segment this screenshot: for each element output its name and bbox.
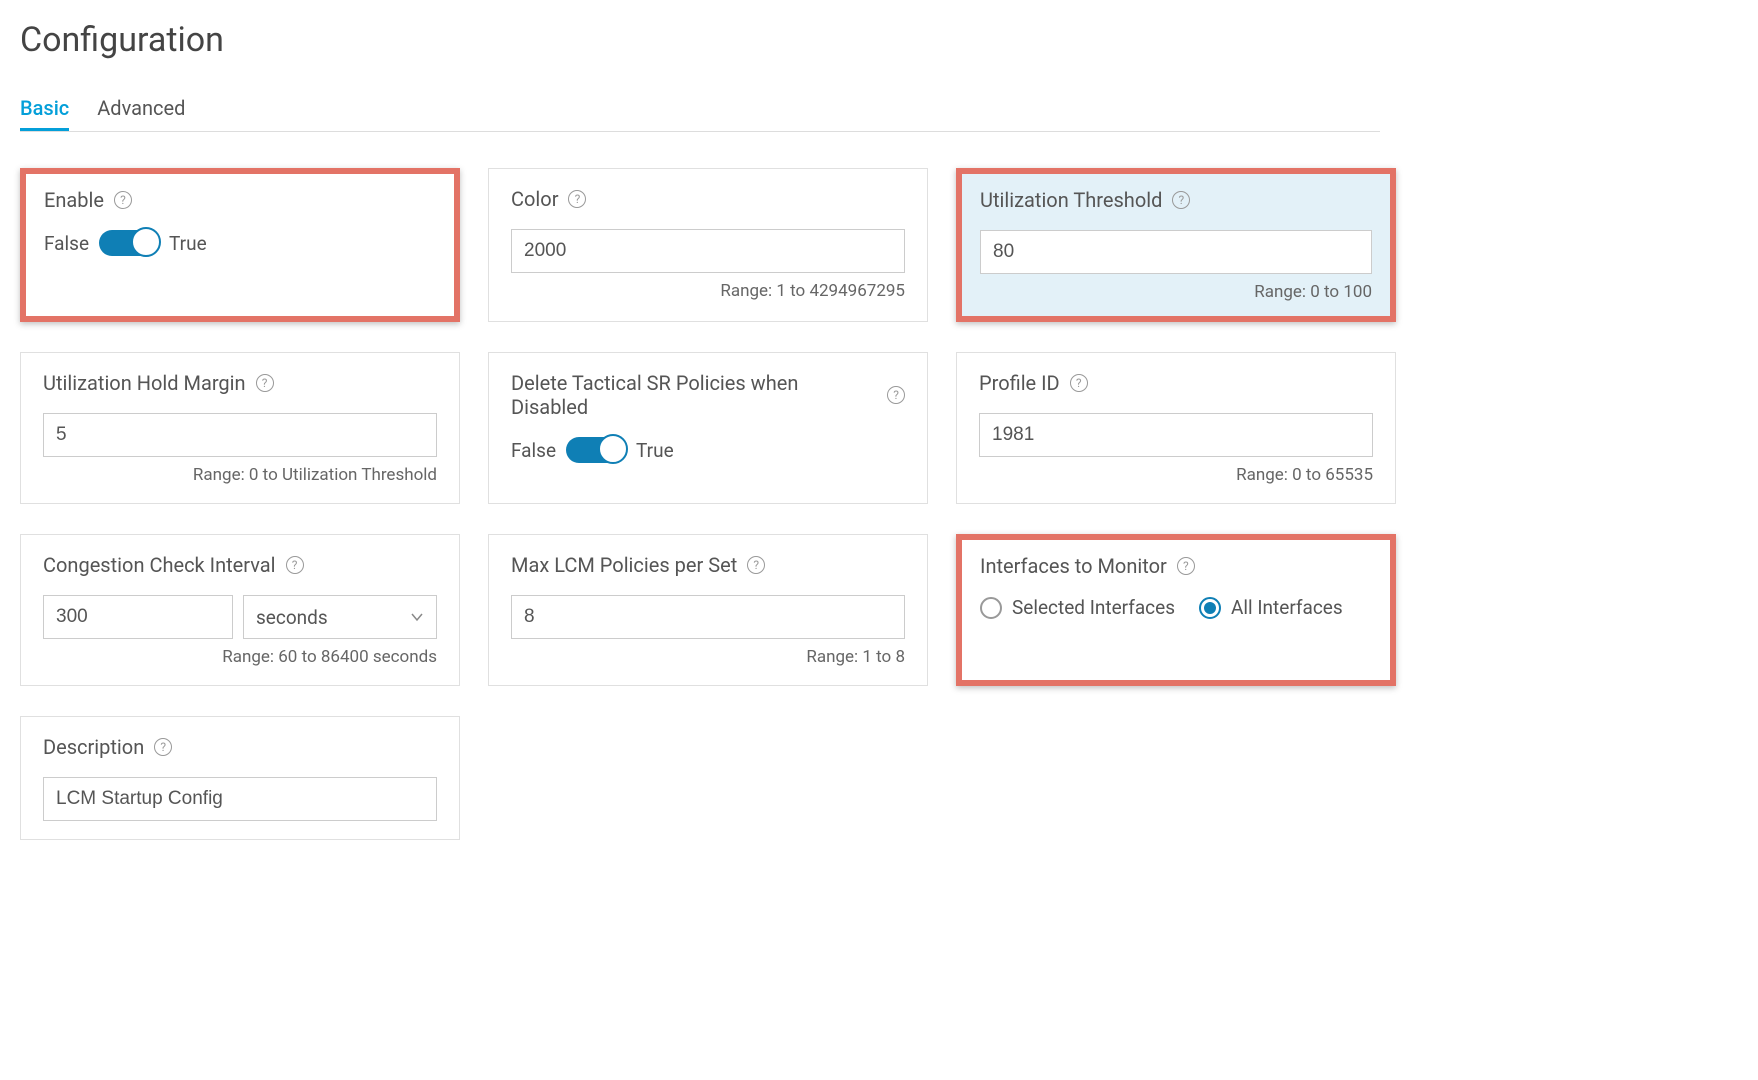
card-title-uhm: Utilization Hold Margin <box>43 371 437 395</box>
card-congestion-check-interval: Congestion Check Interval seconds Range:… <box>20 534 460 686</box>
mlp-input[interactable] <box>511 595 905 639</box>
help-icon[interactable] <box>154 738 172 756</box>
help-icon[interactable] <box>114 191 132 209</box>
itm-radio-group: Selected Interfaces All Interfaces <box>980 596 1372 619</box>
radio-option-all-interfaces[interactable]: All Interfaces <box>1199 596 1343 619</box>
help-icon[interactable] <box>747 556 765 574</box>
label-itm: Interfaces to Monitor <box>980 554 1167 578</box>
card-title-utilization-threshold: Utilization Threshold <box>980 188 1372 212</box>
cci-unit-select[interactable]: seconds <box>243 595 437 639</box>
card-title-itm: Interfaces to Monitor <box>980 554 1372 578</box>
card-utilization-hold-margin: Utilization Hold Margin Range: 0 to Util… <box>20 352 460 504</box>
page-title: Configuration <box>20 20 1738 60</box>
help-icon[interactable] <box>1172 191 1190 209</box>
card-max-lcm-policies: Max LCM Policies per Set Range: 1 to 8 <box>488 534 928 686</box>
cci-value-input[interactable] <box>43 595 233 639</box>
label-delete-tactical: Delete Tactical SR Policies when Disable… <box>511 371 877 419</box>
card-delete-tactical: Delete Tactical SR Policies when Disable… <box>488 352 928 504</box>
help-icon[interactable] <box>887 386 905 404</box>
toggle-true-label: True <box>636 439 674 462</box>
toggle-row-enable: False True <box>44 230 436 256</box>
utilization-threshold-hint: Range: 0 to 100 <box>980 282 1372 302</box>
toggle-knob <box>598 434 628 464</box>
label-uhm: Utilization Hold Margin <box>43 371 246 395</box>
label-color: Color <box>511 187 558 211</box>
label-profile-id: Profile ID <box>979 371 1060 395</box>
radio-label-selected: Selected Interfaces <box>1012 596 1175 619</box>
chevron-down-icon <box>410 610 424 624</box>
label-enable: Enable <box>44 188 104 212</box>
card-title-color: Color <box>511 187 905 211</box>
radio-icon <box>980 597 1002 619</box>
uhm-input[interactable] <box>43 413 437 457</box>
help-icon[interactable] <box>1070 374 1088 392</box>
uhm-hint: Range: 0 to Utilization Threshold <box>43 465 437 485</box>
config-grid: Enable False True Color Range: 1 to 4294… <box>20 168 1400 840</box>
tab-basic[interactable]: Basic <box>20 88 69 131</box>
tabs: Basic Advanced <box>20 88 1380 132</box>
card-color: Color Range: 1 to 4294967295 <box>488 168 928 322</box>
label-utilization-threshold: Utilization Threshold <box>980 188 1162 212</box>
card-title-enable: Enable <box>44 188 436 212</box>
radio-label-all: All Interfaces <box>1231 596 1343 619</box>
tab-advanced[interactable]: Advanced <box>97 88 185 131</box>
label-cci: Congestion Check Interval <box>43 553 276 577</box>
card-description: Description <box>20 716 460 840</box>
label-mlp: Max LCM Policies per Set <box>511 553 737 577</box>
color-input[interactable] <box>511 229 905 273</box>
help-icon[interactable] <box>1177 557 1195 575</box>
radio-icon <box>1199 597 1221 619</box>
mlp-hint: Range: 1 to 8 <box>511 647 905 667</box>
help-icon[interactable] <box>286 556 304 574</box>
enable-toggle[interactable] <box>99 230 159 256</box>
card-enable: Enable False True <box>20 168 460 322</box>
card-profile-id: Profile ID Range: 0 to 65535 <box>956 352 1396 504</box>
card-title-mlp: Max LCM Policies per Set <box>511 553 905 577</box>
description-input[interactable] <box>43 777 437 821</box>
help-icon[interactable] <box>256 374 274 392</box>
help-icon[interactable] <box>568 190 586 208</box>
card-interfaces-to-monitor: Interfaces to Monitor Selected Interface… <box>956 534 1396 686</box>
card-title-description: Description <box>43 735 437 759</box>
delete-tactical-toggle[interactable] <box>566 437 626 463</box>
toggle-knob <box>131 227 161 257</box>
card-utilization-threshold: Utilization Threshold Range: 0 to 100 <box>956 168 1396 322</box>
toggle-false-label: False <box>44 232 89 255</box>
profile-id-input[interactable] <box>979 413 1373 457</box>
radio-option-selected-interfaces[interactable]: Selected Interfaces <box>980 596 1175 619</box>
toggle-true-label: True <box>169 232 207 255</box>
card-title-cci: Congestion Check Interval <box>43 553 437 577</box>
toggle-row-delete-tactical: False True <box>511 437 905 463</box>
label-description: Description <box>43 735 144 759</box>
toggle-false-label: False <box>511 439 556 462</box>
card-title-delete-tactical: Delete Tactical SR Policies when Disable… <box>511 371 905 419</box>
color-hint: Range: 1 to 4294967295 <box>511 281 905 301</box>
cci-input-group: seconds <box>43 595 437 639</box>
utilization-threshold-input[interactable] <box>980 230 1372 274</box>
cci-hint: Range: 60 to 86400 seconds <box>43 647 437 667</box>
cci-unit-label: seconds <box>256 606 328 629</box>
card-title-profile-id: Profile ID <box>979 371 1373 395</box>
profile-id-hint: Range: 0 to 65535 <box>979 465 1373 485</box>
